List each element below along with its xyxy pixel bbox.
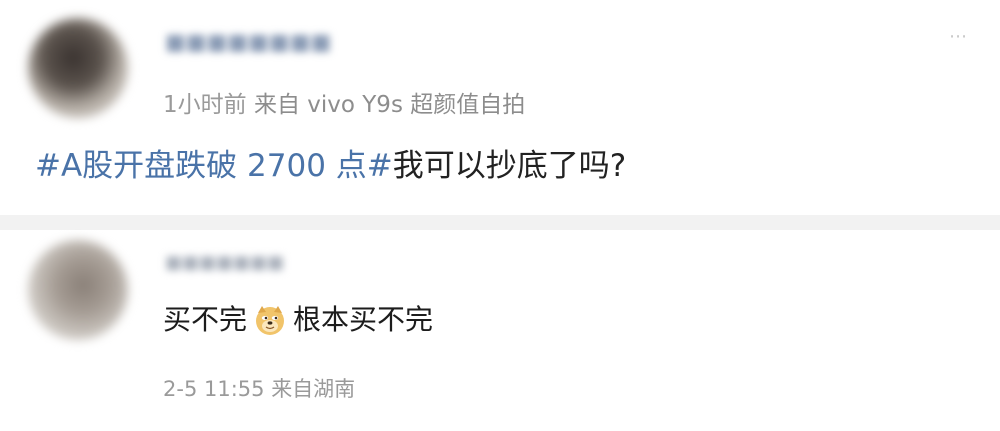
comment-item: ■■■■■■■ 买不完 根本买不完 2-5 11:55 来自湖南 — [0, 230, 1000, 431]
post-source: 来自 vivo Y9s 超颜值自拍 — [253, 92, 526, 118]
commenter-avatar[interactable] — [28, 240, 128, 340]
post-text: 我可以抄底了吗? — [392, 148, 627, 184]
comment-location: 来自湖南 — [271, 377, 356, 401]
comment-body: 买不完 根本买不完 — [163, 300, 433, 340]
comment-text-part1: 买不完 — [163, 303, 248, 336]
doge-emoji-icon — [256, 306, 285, 335]
weibo-post: ■■■■■■■■ ⋯ 1小时前 来自 vivo Y9s 超颜值自拍 #A股开盘跌… — [0, 0, 1000, 215]
post-body: #A股开盘跌破 2700 点#我可以抄底了吗? — [35, 146, 626, 186]
commenter-username-blurred[interactable]: ■■■■■■■ — [165, 252, 284, 273]
post-time: 1小时前 — [163, 92, 247, 118]
section-divider — [0, 215, 1000, 230]
comment-time: 2-5 11:55 — [163, 377, 265, 401]
more-options-icon[interactable]: ⋯ — [949, 26, 968, 47]
comment-text-part2: 根本买不完 — [293, 303, 434, 336]
poster-username-blurred[interactable]: ■■■■■■■■ — [165, 30, 331, 55]
hashtag-link[interactable]: #A股开盘跌破 2700 点# — [35, 148, 393, 184]
post-meta: 1小时前 来自 vivo Y9s 超颜值自拍 — [163, 85, 525, 119]
poster-avatar[interactable] — [28, 18, 128, 118]
comment-meta: 2-5 11:55 来自湖南 — [163, 373, 355, 403]
